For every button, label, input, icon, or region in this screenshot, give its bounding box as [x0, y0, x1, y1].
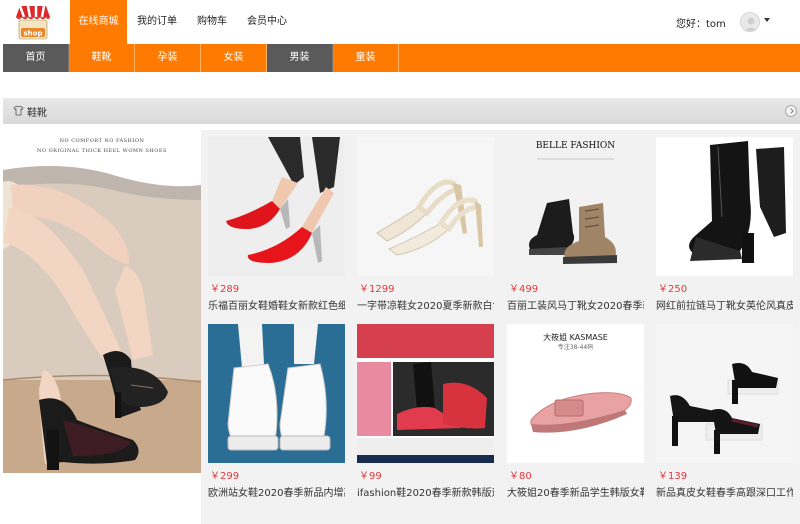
- product-image[interactable]: [208, 324, 345, 463]
- product-card[interactable]: ￥289 乐福百丽女鞋婚鞋女新款红色细跟高跟鞋: [208, 137, 348, 312]
- product-price: ￥139: [658, 471, 688, 482]
- shirt-icon: [13, 105, 24, 119]
- product-name[interactable]: 乐福百丽女鞋婚鞋女新款红色细跟高跟鞋: [208, 297, 345, 312]
- product-price: ￥499: [509, 284, 539, 295]
- product-price: ￥250: [658, 284, 688, 295]
- chevron-right-icon[interactable]: [785, 105, 797, 117]
- product-name[interactable]: 大筱姐20春季新品学生韩版女鞋平底鞋: [507, 484, 644, 499]
- product-card[interactable]: 大筱姐 KASMASE 专注38-44码 ￥80 大筱姐20春季新品学生韩版女鞋…: [507, 324, 647, 499]
- product-image[interactable]: BELLE FASHION: [507, 137, 644, 276]
- product-image[interactable]: 大筱姐 KASMASE 专注38-44码: [507, 324, 644, 463]
- banner-tagline-line2: NO ORIGINAL THICK HEEL WOMN SHOES: [37, 148, 167, 154]
- user-icon: [744, 17, 758, 31]
- product-name[interactable]: 网红前拉链马丁靴女英伦风真皮短靴: [656, 297, 793, 312]
- banner-tagline: NO COMFORT NO FASHION NO ORIGINAL THICK …: [3, 130, 201, 166]
- brand-subtitle: 专注38-44码: [557, 344, 594, 351]
- top-header: shop 在线商城 我的订单 购物车 会员中心 您好：tom: [0, 0, 800, 44]
- product-name[interactable]: 欧洲站女鞋2020春季新品内增高老爹鞋: [208, 484, 345, 499]
- logo-text: shop: [24, 30, 43, 38]
- category-kids[interactable]: 童装: [333, 44, 399, 72]
- product-image[interactable]: [357, 324, 494, 463]
- nav-item-member-center[interactable]: 会员中心: [237, 0, 297, 44]
- product-image[interactable]: [656, 137, 793, 276]
- product-card[interactable]: ￥299 欧洲站女鞋2020春季新品内增高老爹鞋: [208, 324, 348, 499]
- white-sandal-image: [357, 137, 494, 276]
- product-price: ￥1299: [359, 284, 395, 295]
- avatar[interactable]: [740, 12, 760, 32]
- category-shoes[interactable]: 鞋靴: [69, 44, 135, 72]
- product-name[interactable]: 百丽工装风马丁靴女2020春季新款短靴: [507, 297, 644, 312]
- section-title: 鞋靴: [27, 108, 47, 119]
- category-men[interactable]: 男装: [267, 44, 333, 72]
- category-bar: 首页 鞋靴 孕装 女装 男装 童装: [3, 44, 800, 72]
- banner-image: [3, 130, 201, 473]
- product-card[interactable]: BELLE FASHION ￥499 百丽工装风马丁靴女2020春季新款短靴: [507, 137, 647, 312]
- product-image[interactable]: [208, 137, 345, 276]
- product-card[interactable]: ￥139 新品真皮女鞋春季高跟深口工作鞋女: [656, 324, 796, 499]
- chevron-down-icon[interactable]: [764, 18, 770, 22]
- product-price: ￥80: [509, 471, 532, 482]
- product-price: ￥289: [210, 284, 240, 295]
- product-name[interactable]: ifashion鞋2020春季新款韩版运动鞋: [357, 484, 494, 499]
- patent-heels-image: [656, 324, 793, 463]
- belle-boots-image: [507, 137, 644, 276]
- user-greeting: 您好：tom: [676, 19, 726, 30]
- red-heel-image: [208, 137, 345, 276]
- product-image[interactable]: [656, 324, 793, 463]
- white-sneakers-image: [208, 324, 345, 463]
- product-card[interactable]: ￥99 ifashion鞋2020春季新款韩版运动鞋: [357, 324, 497, 499]
- product-card[interactable]: ￥250 网红前拉链马丁靴女英伦风真皮短靴: [656, 137, 796, 312]
- product-grid: ￥289 乐福百丽女鞋婚鞋女新款红色细跟高跟鞋 ￥1299 一字带凉鞋女2020…: [201, 130, 800, 524]
- section-header: 鞋靴: [3, 98, 800, 124]
- category-maternity[interactable]: 孕装: [135, 44, 201, 72]
- product-name[interactable]: 新品真皮女鞋春季高跟深口工作鞋女: [656, 484, 793, 499]
- product-card[interactable]: ￥1299 一字带凉鞋女2020夏季新款白色高跟凉鞋: [357, 137, 497, 312]
- main-nav: 在线商城 我的订单 购物车 会员中心: [70, 0, 297, 44]
- nav-item-mall[interactable]: 在线商城: [70, 0, 127, 44]
- shop-logo[interactable]: shop: [10, 3, 56, 41]
- black-boot-image: [656, 137, 793, 276]
- product-image[interactable]: [357, 137, 494, 276]
- product-price: ￥299: [210, 471, 240, 482]
- category-home[interactable]: 首页: [3, 44, 69, 72]
- category-women[interactable]: 女装: [201, 44, 267, 72]
- nav-item-orders[interactable]: 我的订单: [127, 0, 187, 44]
- promo-banner[interactable]: NO COMFORT NO FASHION NO ORIGINAL THICK …: [3, 130, 201, 473]
- banner-tagline-line1: NO COMFORT NO FASHION: [59, 138, 145, 144]
- product-name[interactable]: 一字带凉鞋女2020夏季新款白色高跟凉鞋: [357, 297, 494, 312]
- nav-item-cart[interactable]: 购物车: [187, 0, 237, 44]
- product-price: ￥99: [359, 471, 382, 482]
- red-sneakers-image: [357, 324, 494, 463]
- brand-label: BELLE FASHION: [535, 141, 616, 151]
